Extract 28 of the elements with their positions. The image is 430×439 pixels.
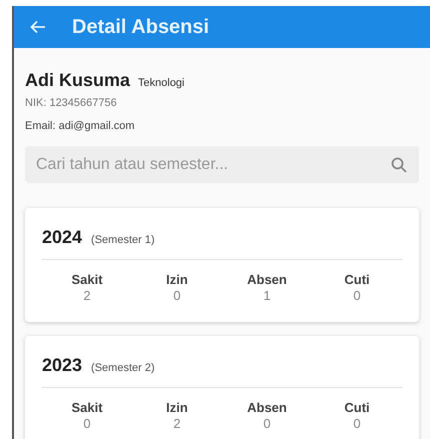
stat-label: Cuti: [344, 272, 370, 288]
stat-label: Absen: [247, 400, 287, 416]
search-icon[interactable]: [390, 156, 408, 174]
stat-value: 0: [83, 416, 91, 432]
stat-label: Izin: [166, 400, 188, 416]
stat-value: 0: [353, 416, 361, 432]
stat-label: Sakit: [71, 272, 103, 288]
stat-label: Absen: [247, 272, 287, 288]
semester-label: (Semester 1): [91, 233, 155, 248]
stat-value: 0: [353, 288, 361, 304]
stat-value: 1: [263, 288, 271, 304]
screen-title: Detail Absensi: [72, 15, 210, 40]
employee-name: Adi Kusuma: [25, 69, 130, 92]
stat-value: 2: [83, 288, 91, 304]
email-text: Email: adi@gmail.com: [25, 118, 136, 134]
back-arrow-icon[interactable]: [30, 20, 46, 34]
stat-label: Izin: [166, 272, 188, 288]
year-label: 2024: [42, 226, 82, 249]
stat-label: Cuti: [344, 400, 370, 416]
search-field[interactable]: Cari tahun atau semester...: [25, 146, 419, 183]
year-label: 2023: [42, 354, 82, 376]
department-label: Teknologi: [138, 76, 184, 91]
stat-value: 0: [263, 416, 271, 432]
nik-text: NIK: 12345667756: [25, 96, 118, 111]
semester-label: (Semester 2): [91, 360, 155, 376]
stat-value: 2: [173, 416, 181, 432]
stat-value: 0: [173, 288, 181, 304]
stat-label: Sakit: [71, 400, 103, 416]
